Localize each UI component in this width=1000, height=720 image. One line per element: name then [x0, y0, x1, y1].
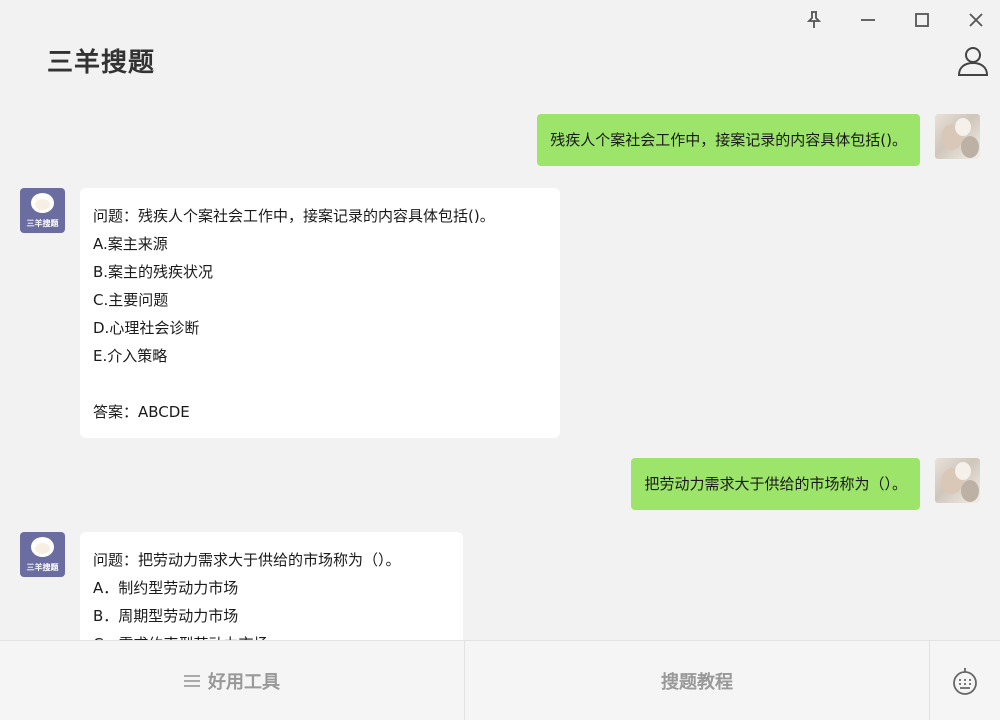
bot-avatar-label: 三羊搜题	[26, 563, 59, 572]
answer-line: D.心理社会诊断	[93, 319, 200, 337]
bot-message-bubble[interactable]: 问题：残疾人个案社会工作中，接案记录的内容具体包括()。 A.案主来源 B.案主…	[80, 188, 560, 438]
answer-line: 问题：把劳动力需求大于供给的市场称为（）。	[93, 551, 401, 569]
tools-tab[interactable]: 好用工具	[0, 641, 465, 720]
tutorial-tab-label: 搜题教程	[661, 671, 733, 693]
minimize-icon[interactable]	[856, 8, 880, 32]
user-avatar	[935, 114, 980, 159]
answer-line: A.案主来源	[93, 235, 168, 253]
answer-line: B.案主的残疾状况	[93, 263, 214, 281]
user-avatar	[935, 458, 980, 503]
answer-line	[93, 370, 547, 398]
tools-tab-label: 好用工具	[208, 671, 280, 693]
bot-message: 三羊搜题 问题：把劳动力需求大于供给的市场称为（）。 A．制约型劳动力市场 B．…	[20, 532, 463, 640]
answer-line: E.介入策略	[93, 347, 168, 365]
user-message: 把劳动力需求大于供给的市场称为（）。	[631, 458, 980, 510]
answer-line: C．需求约束型劳动力市场	[93, 630, 450, 640]
maximize-icon[interactable]	[910, 8, 934, 32]
app-title: 三羊搜题	[47, 48, 156, 78]
window-controls	[802, 8, 988, 32]
tutorial-tab[interactable]: 搜题教程	[465, 641, 930, 720]
user-account-icon[interactable]	[956, 44, 990, 78]
answer-line: B．周期型劳动力市场	[93, 607, 239, 625]
bot-avatar: 三羊搜题	[20, 532, 65, 577]
bottom-bar: 好用工具 搜题教程	[0, 640, 1000, 720]
pin-icon[interactable]	[802, 8, 826, 32]
answer-line: 答案：ABCDE	[93, 403, 190, 421]
answer-line: C.主要问题	[93, 291, 169, 309]
bot-message-bubble[interactable]: 问题：把劳动力需求大于供给的市场称为（）。 A．制约型劳动力市场 B．周期型劳动…	[80, 532, 463, 640]
close-icon[interactable]	[964, 8, 988, 32]
menu-icon	[184, 672, 200, 690]
answer-line: 问题：残疾人个案社会工作中，接案记录的内容具体包括()。	[93, 207, 495, 225]
user-message-bubble[interactable]: 把劳动力需求大于供给的市场称为（）。	[631, 458, 920, 510]
answer-line: A．制约型劳动力市场	[93, 579, 239, 597]
chat-area[interactable]: 残疾人个案社会工作中，接案记录的内容具体包括()。 三羊搜题 问题：残疾人个案社…	[0, 100, 1000, 640]
user-message: 残疾人个案社会工作中，接案记录的内容具体包括()。	[537, 114, 980, 166]
bot-message: 三羊搜题 问题：残疾人个案社会工作中，接案记录的内容具体包括()。 A.案主来源…	[20, 188, 560, 438]
keyboard-icon[interactable]	[930, 641, 1000, 720]
user-message-bubble[interactable]: 残疾人个案社会工作中，接案记录的内容具体包括()。	[537, 114, 920, 166]
bot-avatar-label: 三羊搜题	[26, 219, 59, 228]
bot-avatar: 三羊搜题	[20, 188, 65, 233]
